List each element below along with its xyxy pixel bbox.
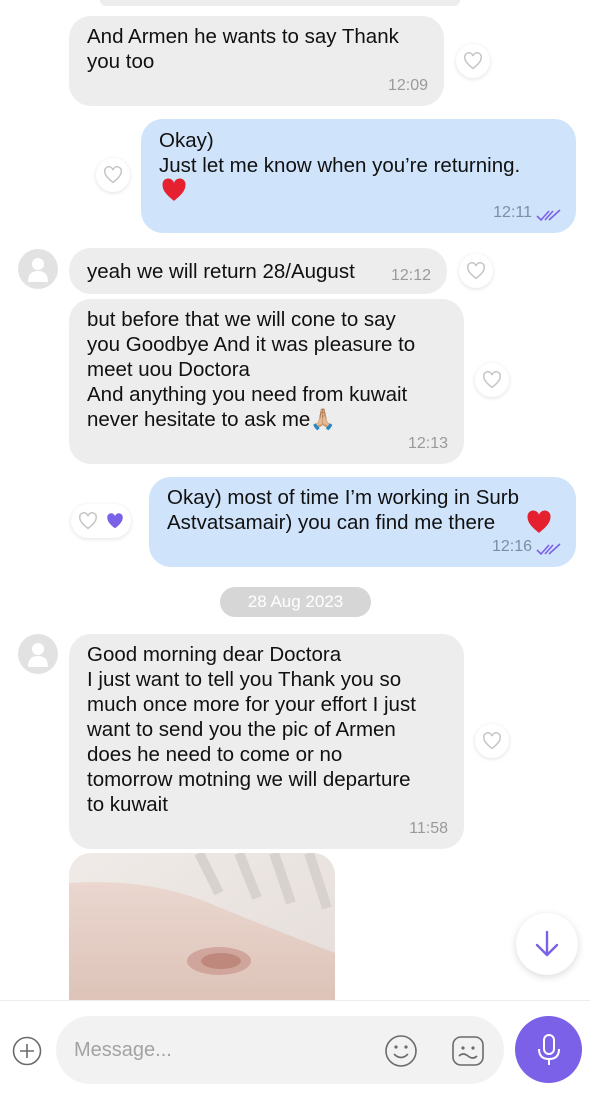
scroll-to-bottom-button[interactable]	[516, 913, 578, 975]
heart-outline-icon	[79, 512, 97, 530]
message-time: 12:16	[491, 538, 532, 555]
user-icon	[28, 643, 48, 667]
like-button[interactable]	[71, 504, 131, 538]
read-ticks-icon	[536, 209, 561, 222]
heart-outline-icon	[464, 52, 482, 70]
message-text: And Armen he wants to say Thank you too	[87, 25, 399, 73]
photo-image	[69, 853, 335, 1000]
read-ticks-icon	[536, 543, 561, 556]
message-bubble-outgoing[interactable]: Okay) Just let me know when you’re retur…	[141, 119, 576, 233]
like-button[interactable]	[475, 724, 509, 758]
message-bubble-incoming[interactable]: And Armen he wants to say Thank you too …	[69, 16, 444, 106]
microphone-icon	[537, 1033, 560, 1065]
arrow-down-icon	[535, 930, 559, 957]
message-input[interactable]	[56, 1016, 504, 1084]
red-heart-emoji	[162, 178, 186, 201]
heart-outline-icon	[467, 262, 485, 280]
message-text: Good morning dear Doctora I just want to…	[87, 643, 416, 816]
message-text: yeah we will return 28/August	[87, 260, 355, 283]
sticker-icon[interactable]	[450, 1034, 486, 1068]
user-icon	[28, 258, 48, 282]
avatar[interactable]	[18, 634, 58, 674]
chat-area[interactable]: And Armen he wants to say Thank you too …	[0, 0, 590, 1000]
heart-outline-icon	[483, 732, 501, 750]
message-bubble-outgoing[interactable]: Okay) most of time I’m working in Surb A…	[149, 477, 576, 567]
like-button[interactable]	[459, 254, 493, 288]
red-heart-emoji	[527, 510, 551, 533]
message-bubble-incoming[interactable]: yeah we will return 28/August 12:12	[69, 248, 447, 294]
message-time: 12:09	[387, 77, 428, 94]
message-time: 12:12	[390, 267, 431, 284]
previous-bubble-edge	[100, 0, 460, 6]
heart-outline-icon	[483, 371, 501, 389]
like-button[interactable]	[96, 158, 130, 192]
message-text: Okay) Just let me know when you’re retur…	[159, 129, 521, 177]
message-bubble-incoming[interactable]: but before that we will cone to say you …	[69, 299, 464, 464]
message-time: 12:13	[407, 435, 448, 452]
message-time: 12:11	[493, 204, 532, 221]
message-text: Okay) most of time I’m working in Surb A…	[167, 486, 520, 534]
date-separator: 28 Aug 2023	[220, 587, 371, 617]
heart-outline-icon	[104, 166, 122, 184]
heart-filled-icon	[107, 513, 123, 529]
smiley-icon[interactable]	[384, 1034, 418, 1068]
message-bubble-incoming[interactable]: Good morning dear Doctora I just want to…	[69, 634, 464, 849]
plus-circle-icon[interactable]	[12, 1036, 42, 1066]
message-text: but before that we will cone to say you …	[87, 308, 416, 431]
message-time: 11:58	[409, 820, 448, 837]
photo-message[interactable]	[69, 853, 335, 1000]
like-button[interactable]	[456, 44, 490, 78]
voice-record-button[interactable]	[515, 1016, 582, 1083]
like-button[interactable]	[475, 363, 509, 397]
avatar[interactable]	[18, 249, 58, 289]
